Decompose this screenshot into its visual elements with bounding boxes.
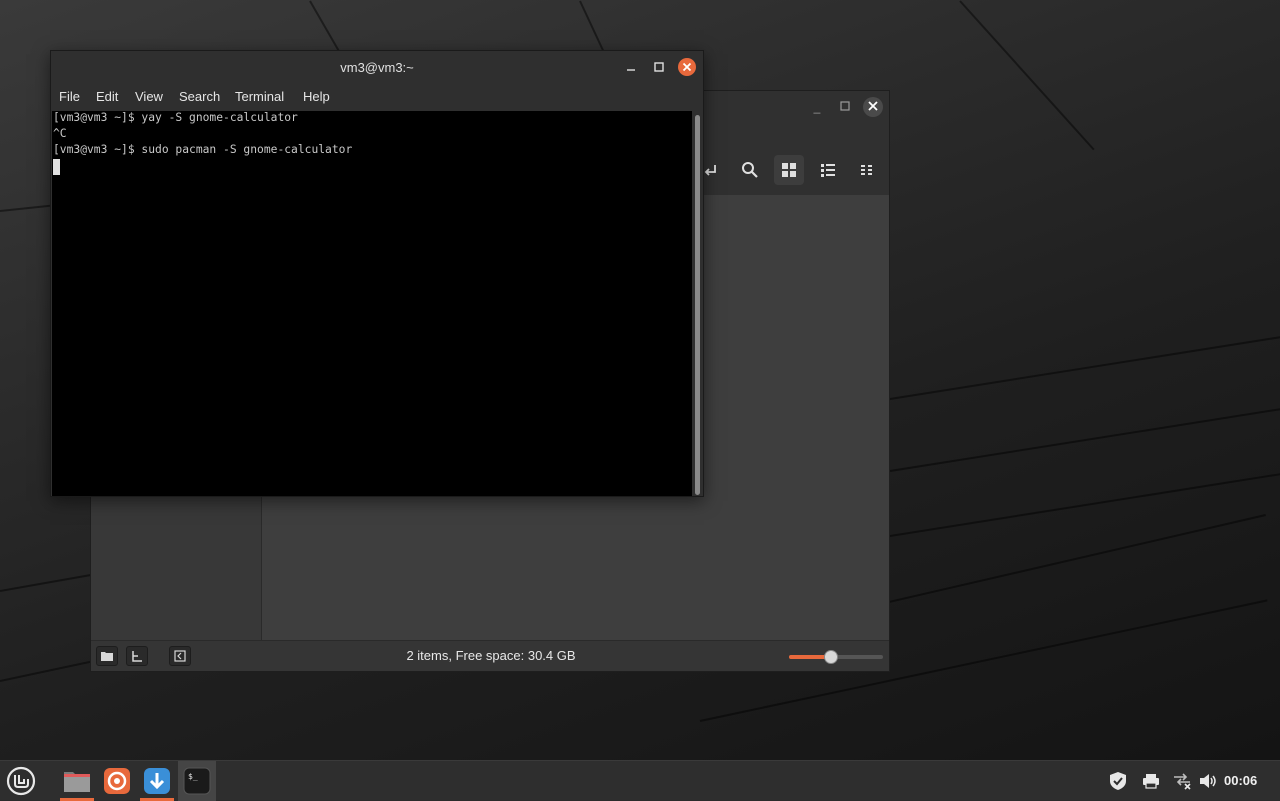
maximize-button[interactable] <box>650 58 668 76</box>
printer-tray-button[interactable] <box>1141 771 1161 791</box>
terminal-line: ^C <box>53 127 67 140</box>
network-disconnected-icon <box>1174 773 1191 790</box>
printer-icon <box>1143 774 1159 789</box>
close-icon <box>868 101 878 111</box>
maximize-icon <box>654 62 664 72</box>
terminal-cursor <box>53 159 60 175</box>
status-text: 2 items, Free space: 30.4 GB <box>406 648 576 663</box>
terminal-scrollbar[interactable] <box>693 111 703 496</box>
shield-check-icon <box>1110 772 1126 790</box>
minimize-icon <box>627 69 635 71</box>
terminal-output[interactable]: [vm3@vm3 ~]$ yay -S gnome-calculator ^C … <box>52 111 692 496</box>
firefox-icon <box>104 768 130 794</box>
menu-file[interactable]: File <box>59 89 80 104</box>
icon-view-button[interactable] <box>774 155 804 185</box>
menu-search[interactable]: Search <box>179 89 220 104</box>
menu-button[interactable] <box>2 761 40 801</box>
linux-mint-menu-icon <box>6 766 36 796</box>
list-icon <box>821 164 835 177</box>
terminal-menubar: File Edit View Search Terminal Help <box>51 83 703 111</box>
compact-view-button[interactable] <box>852 155 882 185</box>
taskbar-update-manager[interactable] <box>138 761 176 801</box>
taskbar-files[interactable] <box>58 761 96 801</box>
grid-icon <box>782 163 796 177</box>
minimize-button[interactable]: _ <box>807 97 827 117</box>
scrollbar-thumb[interactable] <box>695 115 700 495</box>
menu-edit[interactable]: Edit <box>96 89 118 104</box>
menu-terminal[interactable]: Terminal <box>235 89 284 104</box>
search-icon <box>742 162 758 178</box>
menu-help[interactable]: Help <box>303 89 330 104</box>
security-tray-button[interactable] <box>1108 771 1128 791</box>
location-entry-icon <box>704 165 716 176</box>
maximize-icon <box>840 101 850 111</box>
files-icon <box>64 772 90 792</box>
window-title: vm3@vm3:~ <box>340 60 414 75</box>
terminal-line: [vm3@vm3 ~]$ yay -S gnome-calculator <box>53 111 298 124</box>
menu-view[interactable]: View <box>135 89 163 104</box>
compact-view-icon <box>861 165 872 175</box>
terminal-titlebar[interactable]: vm3@vm3:~ <box>51 51 703 83</box>
terminal-icon: $_ <box>183 767 211 795</box>
search-button[interactable] <box>735 155 765 185</box>
taskbar-firefox[interactable] <box>98 761 136 801</box>
clock[interactable]: 00:06 <box>1224 773 1257 788</box>
taskbar: $_ 00:06 <box>0 760 1280 801</box>
network-tray-button[interactable] <box>1172 771 1192 791</box>
terminal-window: vm3@vm3:~ File Edit View Search Terminal… <box>50 50 704 497</box>
volume-tray-button[interactable] <box>1198 771 1218 791</box>
close-button[interactable] <box>863 97 883 117</box>
update-manager-icon <box>144 768 170 794</box>
taskbar-terminal[interactable]: $_ <box>178 761 216 801</box>
list-view-button[interactable] <box>813 155 843 185</box>
minimize-button[interactable] <box>622 58 640 76</box>
file-manager-statusbar: 2 items, Free space: 30.4 GB <box>91 640 889 671</box>
terminal-line: [vm3@vm3 ~]$ sudo pacman -S gnome-calcul… <box>53 143 353 156</box>
svg-text:$_: $_ <box>188 772 198 781</box>
maximize-button[interactable] <box>835 97 855 117</box>
close-button[interactable] <box>678 58 696 76</box>
close-icon <box>682 62 692 72</box>
volume-icon <box>1200 774 1216 788</box>
zoom-slider[interactable] <box>789 650 883 664</box>
